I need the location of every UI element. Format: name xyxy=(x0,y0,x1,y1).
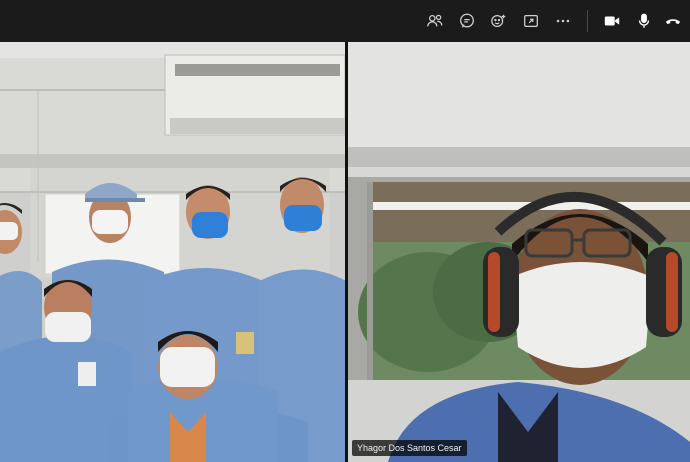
people-button[interactable] xyxy=(419,5,451,37)
chat-button[interactable] xyxy=(451,5,483,37)
hangup-icon xyxy=(665,19,681,25)
meeting-toolbar xyxy=(0,0,690,42)
chat-icon xyxy=(460,13,474,28)
camera-button[interactable] xyxy=(596,5,628,37)
microphone-button[interactable] xyxy=(628,5,660,37)
video-stage: Yhagor Dos Santos Cesar xyxy=(0,42,690,462)
reactions-icon xyxy=(491,14,506,28)
microphone-icon xyxy=(638,13,650,28)
share-screen-icon xyxy=(524,14,538,28)
participant-tile-room-group[interactable] xyxy=(0,42,345,462)
toolbar-divider xyxy=(587,10,588,32)
reactions-button[interactable] xyxy=(483,5,515,37)
group-video-frame xyxy=(0,42,345,462)
camera-icon xyxy=(604,16,620,26)
participant-name-tag: Yhagor Dos Santos Cesar xyxy=(352,440,467,456)
share-screen-button[interactable] xyxy=(515,5,547,37)
hangup-button[interactable] xyxy=(660,5,686,37)
more-button[interactable] xyxy=(547,5,579,37)
more-icon xyxy=(556,19,570,23)
people-icon xyxy=(427,14,443,27)
participant-video-frame xyxy=(348,42,690,462)
participant-tile-remote-user[interactable]: Yhagor Dos Santos Cesar xyxy=(348,42,690,462)
